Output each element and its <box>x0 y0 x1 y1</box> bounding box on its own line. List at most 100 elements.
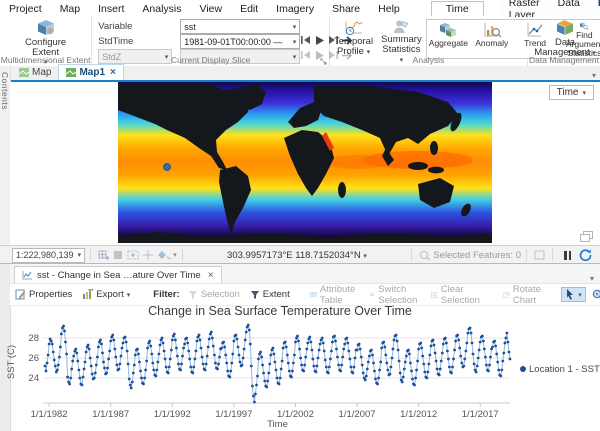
select-features-icon <box>419 250 431 261</box>
dialog-launcher-icon[interactable] <box>320 58 327 65</box>
tab-overflow-chevron-icon[interactable]: ▾ <box>592 71 596 80</box>
x-tick-label: 1/1/2007 <box>339 409 376 420</box>
x-tick-label: 1/1/1997 <box>215 409 252 420</box>
tab-view[interactable]: View <box>191 1 232 17</box>
tab-imagery[interactable]: Imagery <box>267 1 323 17</box>
group-label: Data Management <box>528 55 600 65</box>
funnel-icon <box>188 290 198 300</box>
pause-drawing-icon[interactable] <box>564 251 571 260</box>
chart-tab-sst[interactable]: sst - Change in Sea …ature Over Time × <box>14 266 222 283</box>
summary-statistics-icon <box>391 19 411 34</box>
tab-help[interactable]: Help <box>369 1 409 17</box>
chevron-down-icon: ▾ <box>78 251 82 259</box>
tab-time[interactable]: Time <box>431 1 484 16</box>
view-tab-map1[interactable]: Map1 × <box>58 64 123 80</box>
chart-icon <box>22 270 33 280</box>
skip-to-start-icon[interactable] <box>298 34 312 46</box>
group-data-management: Data Management ▾ Data Management <box>528 17 600 66</box>
map-icon <box>19 68 29 77</box>
data-management-button[interactable]: Data Management ▾ <box>528 17 600 59</box>
x-tick-label: 1/1/1987 <box>92 409 129 420</box>
y-tick-label: 28 <box>28 333 39 344</box>
view-tab-map[interactable]: Map <box>12 65 58 80</box>
chart-pointer-mode-button[interactable]: ▾ <box>561 287 586 302</box>
pane-menu-chevron-icon[interactable]: ▾ <box>590 274 594 283</box>
sst-line-chart[interactable]: 24 26 28 1/1/1982 1/1/1987 1/1/1992 1/1/1997 1/… <box>0 319 600 431</box>
ribbon-tab-bar: Project Map Insert Analysis View Edit Im… <box>0 0 600 17</box>
location-1-marker[interactable] <box>164 164 171 171</box>
map-icon <box>66 68 76 77</box>
stdtime-combo[interactable]: 1981-09-01T00:00:00 —▾ <box>180 34 300 49</box>
madagascar <box>338 182 346 198</box>
coordinates-readout[interactable]: 303.9957173°E 118.7152034°N ▾ <box>188 250 407 261</box>
popout-windows-icon[interactable] <box>580 231 593 242</box>
tab-share[interactable]: Share <box>323 1 369 17</box>
chart-title: Change in Sea Surface Temperature Over T… <box>0 304 560 318</box>
y-tick-label: 26 <box>28 353 39 364</box>
play-icon[interactable] <box>312 34 326 46</box>
square-icon[interactable] <box>113 250 123 260</box>
warm-pool <box>328 155 388 169</box>
x-tick-label: 1/1/2017 <box>462 409 499 420</box>
chevron-down-icon: ▾ <box>578 291 582 299</box>
chart-zoom-in-button[interactable] <box>588 287 600 302</box>
ribbon: Configure Extent ▾ Multidimensional Exte… <box>0 17 600 67</box>
legend-label: Location 1 - SST <box>529 364 600 375</box>
filter-selection-button[interactable]: Selection <box>184 287 244 302</box>
close-icon[interactable]: × <box>208 270 214 281</box>
filter-extent-button[interactable]: Extent <box>246 287 294 302</box>
data-management-cube-icon <box>555 19 575 37</box>
x-tick-label: 1/1/1982 <box>31 409 68 420</box>
legend-marker <box>520 366 526 372</box>
aggregate-button[interactable]: Aggregate <box>427 20 470 58</box>
tab-edit[interactable]: Edit <box>231 1 267 17</box>
chevron-down-icon: ▾ <box>127 291 131 299</box>
map-status-bar: 1:222,980,139▾ ▾ 303.9957173°E 118.71520… <box>0 245 600 264</box>
indonesia <box>408 162 428 170</box>
x-tick-label: 1/1/2012 <box>400 409 437 420</box>
map-time-button[interactable]: Time ▾ <box>549 85 594 100</box>
table-icon <box>310 290 317 299</box>
variable-combo[interactable]: sst▾ <box>180 19 300 34</box>
map-view[interactable]: Time ▾ <box>10 82 600 245</box>
navigator-icon[interactable] <box>157 250 171 260</box>
y-axis-label: SST (C) <box>6 345 17 379</box>
tab-insert[interactable]: Insert <box>89 1 133 17</box>
properties-button[interactable]: Properties <box>11 287 76 302</box>
close-icon[interactable]: × <box>110 67 116 78</box>
sst-raster-map[interactable] <box>118 82 492 243</box>
filter-label: Filter: <box>145 289 182 300</box>
tab-map[interactable]: Map <box>51 1 89 17</box>
export-button[interactable]: Export ▾ <box>78 287 134 302</box>
chart-toolbar: Properties Export ▾ Filter: Selection Ex… <box>10 283 600 306</box>
rotate-chart-icon <box>503 290 510 300</box>
philippines <box>430 141 438 155</box>
switch-selection-icon <box>369 290 375 299</box>
refresh-icon[interactable] <box>579 249 592 261</box>
y-tick-label: 24 <box>28 373 39 384</box>
chart-tab-bar: sst - Change in Sea …ature Over Time × ▾ <box>10 264 600 283</box>
chevron-down-icon: ▾ <box>582 89 586 97</box>
group-label: Current Display Slice <box>92 55 329 65</box>
grid-add-icon[interactable] <box>98 250 109 261</box>
crosshair-plus-icon[interactable] <box>143 250 153 260</box>
zoom-in-icon <box>592 289 600 300</box>
new-guinea <box>428 167 444 174</box>
clear-selection-icon <box>431 290 438 300</box>
variable-label: Variable <box>98 20 132 32</box>
x-axis-label: Time <box>267 419 288 430</box>
anomaly-button[interactable]: Anomaly <box>470 20 513 58</box>
chevron-down-icon[interactable]: ▾ <box>173 251 177 259</box>
temporal-profile-icon <box>344 19 364 36</box>
map-scale-combo[interactable]: 1:222,980,139▾ <box>12 248 85 263</box>
cube-icon <box>36 19 56 37</box>
attributes-window-icon[interactable] <box>534 250 545 260</box>
chart-pane: sst - Change in Sea …ature Over Time × ▾… <box>0 263 600 431</box>
tab-analysis[interactable]: Analysis <box>133 1 190 17</box>
selection-extent-icon[interactable] <box>127 250 139 260</box>
view-tab-bar: Map Map1 × ▾ <box>0 66 600 82</box>
tab-project[interactable]: Project <box>0 1 51 17</box>
x-tick-label: 1/1/1992 <box>154 409 191 420</box>
chevron-down-icon: ▾ <box>363 253 367 260</box>
export-icon <box>82 289 93 300</box>
